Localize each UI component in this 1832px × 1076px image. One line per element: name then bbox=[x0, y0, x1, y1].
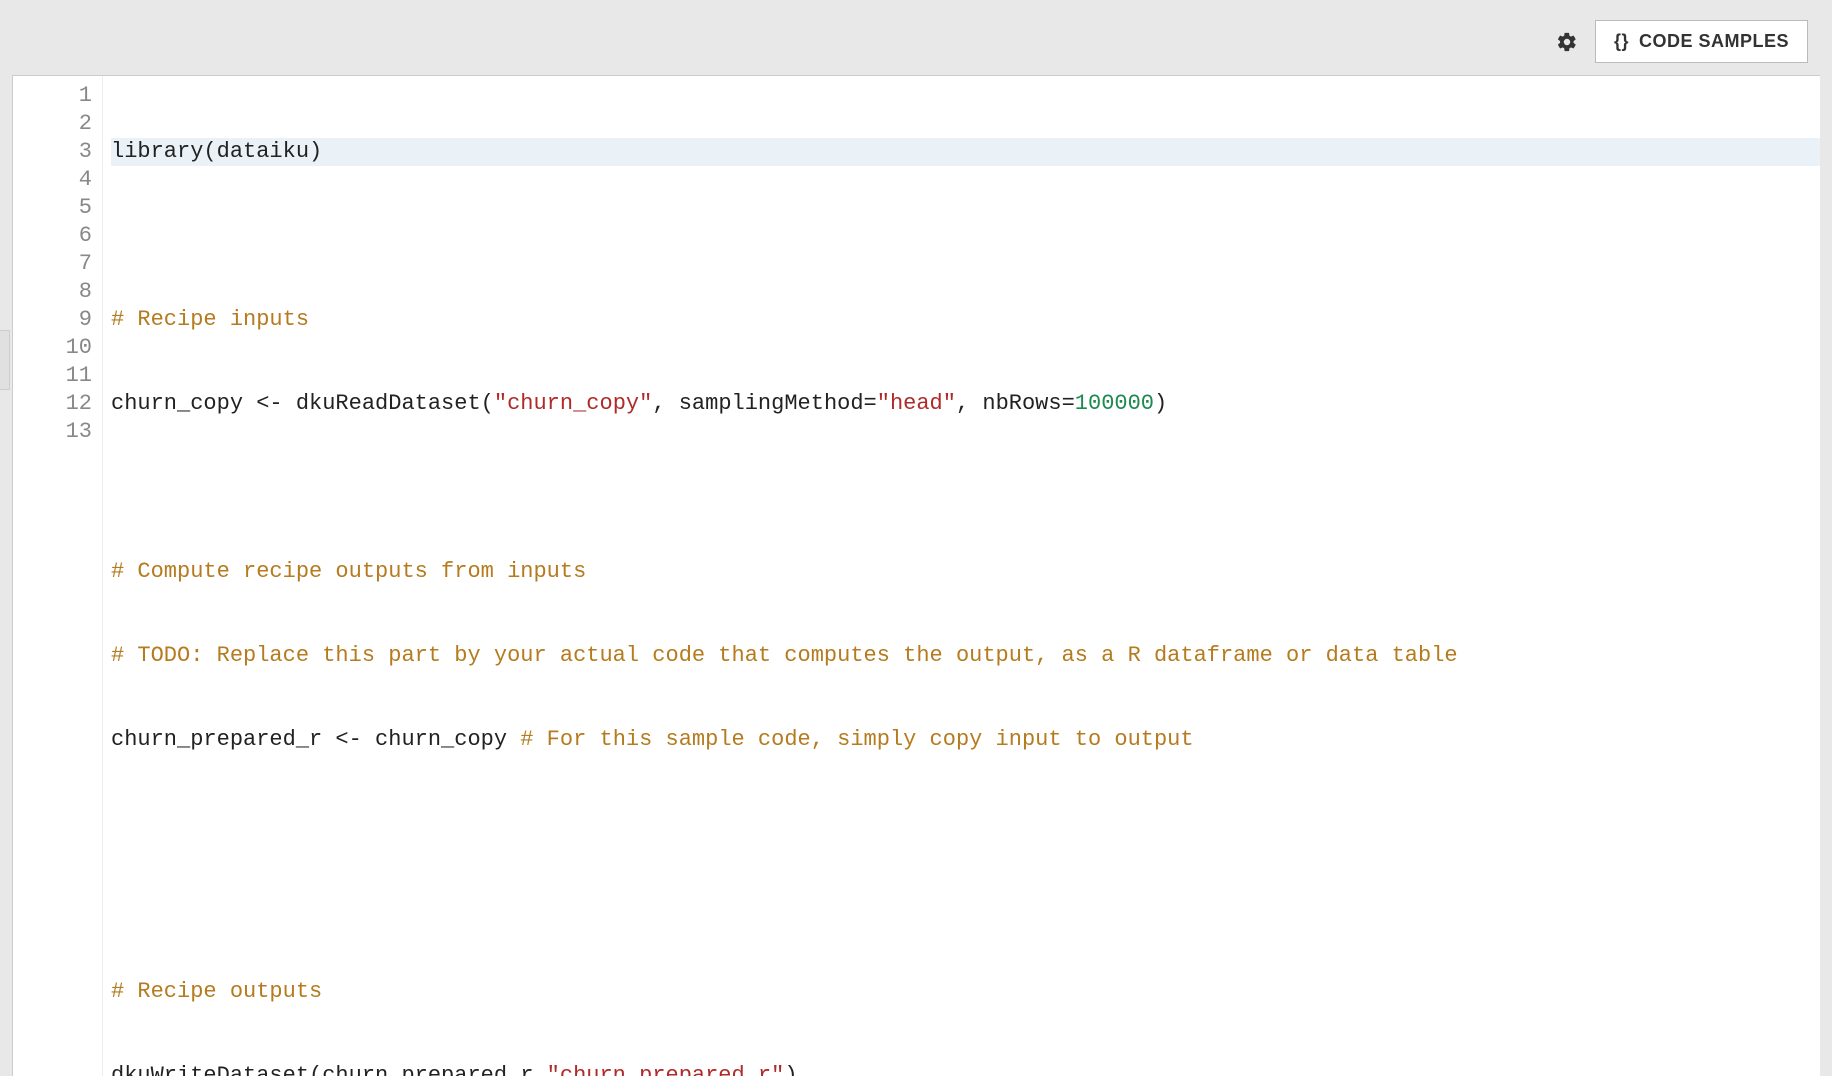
line-number: 2 bbox=[13, 110, 92, 138]
line-number: 9 bbox=[13, 306, 92, 334]
code-line: # Recipe inputs bbox=[111, 306, 1820, 334]
line-number: 12 bbox=[13, 390, 92, 418]
code-line bbox=[111, 474, 1820, 502]
code-line: churn_copy <- dkuReadDataset("churn_copy… bbox=[111, 390, 1820, 418]
toolbar: {} CODE SAMPLES bbox=[12, 12, 1820, 75]
line-gutter: 1 2 3 4 5 6 7 8 9 10 11 12 13 bbox=[13, 76, 103, 1076]
line-number: 11 bbox=[13, 362, 92, 390]
line-number: 1 bbox=[13, 82, 92, 110]
code-line bbox=[111, 894, 1820, 922]
line-number: 4 bbox=[13, 166, 92, 194]
left-panel-handle[interactable] bbox=[0, 330, 10, 390]
code-samples-button[interactable]: {} CODE SAMPLES bbox=[1595, 20, 1808, 63]
braces-icon: {} bbox=[1614, 31, 1629, 52]
line-number: 3 bbox=[13, 138, 92, 166]
line-number: 10 bbox=[13, 334, 92, 362]
code-line bbox=[111, 222, 1820, 250]
line-number: 13 bbox=[13, 418, 92, 446]
line-number: 7 bbox=[13, 250, 92, 278]
code-line: library(dataiku) bbox=[111, 138, 1820, 166]
line-number: 5 bbox=[13, 194, 92, 222]
code-line: # Recipe outputs bbox=[111, 978, 1820, 1006]
code-samples-label: CODE SAMPLES bbox=[1639, 31, 1789, 52]
line-number: 8 bbox=[13, 278, 92, 306]
code-area[interactable]: library(dataiku) # Recipe inputs churn_c… bbox=[103, 76, 1820, 1076]
editor-container: {} CODE SAMPLES 1 2 3 4 5 6 7 8 9 10 11 … bbox=[0, 0, 1832, 1076]
code-line: # Compute recipe outputs from inputs bbox=[111, 558, 1820, 586]
code-editor[interactable]: 1 2 3 4 5 6 7 8 9 10 11 12 13 library(da… bbox=[12, 75, 1820, 1076]
code-line bbox=[111, 810, 1820, 838]
gear-icon[interactable] bbox=[1555, 30, 1579, 54]
line-number: 6 bbox=[13, 222, 92, 250]
code-line: # TODO: Replace this part by your actual… bbox=[111, 642, 1820, 670]
code-line: churn_prepared_r <- churn_copy # For thi… bbox=[111, 726, 1820, 754]
code-line: dkuWriteDataset(churn_prepared_r,"churn_… bbox=[111, 1062, 1820, 1076]
